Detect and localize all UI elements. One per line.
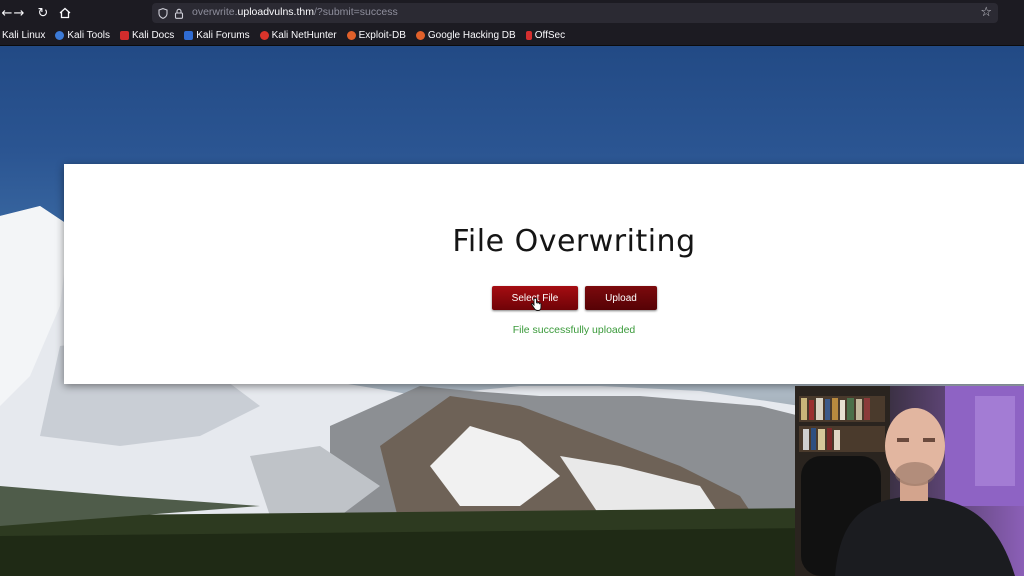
offsec-icon [525, 31, 532, 40]
bookmark-label: OffSec [534, 30, 566, 41]
url-subdomain: overwrite. [192, 6, 238, 18]
browser-toolbar: ← → ↻ overwrite.uploadvulns.thm/?submit=… [0, 0, 1024, 26]
upload-card: File Overwriting Select File Upload File… [64, 164, 1024, 384]
bookmark-label: Google Hacking DB [427, 30, 516, 41]
kali-docs-icon [119, 31, 129, 40]
reload-icon[interactable]: ↻ [34, 4, 52, 22]
kali-tools-icon [55, 31, 65, 40]
bookmark-kali-forums[interactable]: Kali Forums [184, 30, 250, 41]
url-bar[interactable]: overwrite.uploadvulns.thm/?submit=succes… [152, 3, 998, 23]
bookmark-label: Exploit-DB [358, 30, 406, 41]
forward-arrow-icon[interactable]: → [10, 4, 28, 22]
star-icon[interactable]: ☆ [980, 5, 992, 20]
bookmark-exploit-db[interactable]: Exploit-DB [346, 30, 406, 41]
webcam-overlay [795, 386, 1024, 576]
bookmark-offsec[interactable]: OffSec [525, 30, 566, 41]
url-path: /?submit=success [313, 6, 398, 18]
bookmark-label: Kali Linux [2, 30, 46, 41]
page-title: File Overwriting [452, 224, 696, 259]
bookmark-label: Kali Forums [196, 30, 250, 41]
hand-cursor-icon [530, 297, 542, 314]
exploit-db-icon [346, 31, 356, 40]
bookmark-kali-linux[interactable]: Kali Linux [2, 30, 45, 41]
page-viewport: File Overwriting Select File Upload File… [0, 46, 1024, 576]
bookmark-kali-nethunter[interactable]: Kali NetHunter [259, 30, 337, 41]
home-icon[interactable] [56, 4, 74, 22]
url-host: uploadvulns.thm [237, 6, 314, 18]
bookmark-label: Kali Tools [67, 30, 110, 41]
google-hacking-db-icon [415, 31, 425, 40]
bookmark-label: Kali NetHunter [271, 30, 337, 41]
bookmark-kali-docs[interactable]: Kali Docs [119, 30, 175, 41]
kali-forums-icon [184, 31, 194, 40]
lock-icon[interactable] [172, 5, 186, 21]
bookmark-label: Kali Docs [131, 30, 175, 41]
shield-icon[interactable] [156, 5, 170, 21]
bookmark-google-hacking-db[interactable]: Google Hacking DB [415, 30, 516, 41]
presenter-video [795, 386, 1024, 576]
bookmarks-bar: Kali Linux Kali Tools Kali Docs Kali For… [0, 26, 1024, 46]
url-text[interactable]: overwrite.uploadvulns.thm/?submit=succes… [192, 6, 398, 18]
kali-nethunter-icon [259, 31, 269, 40]
upload-button[interactable]: Upload [585, 286, 657, 310]
upload-status-message: File successfully uploaded [512, 324, 636, 336]
bookmark-kali-tools[interactable]: Kali Tools [55, 30, 110, 41]
